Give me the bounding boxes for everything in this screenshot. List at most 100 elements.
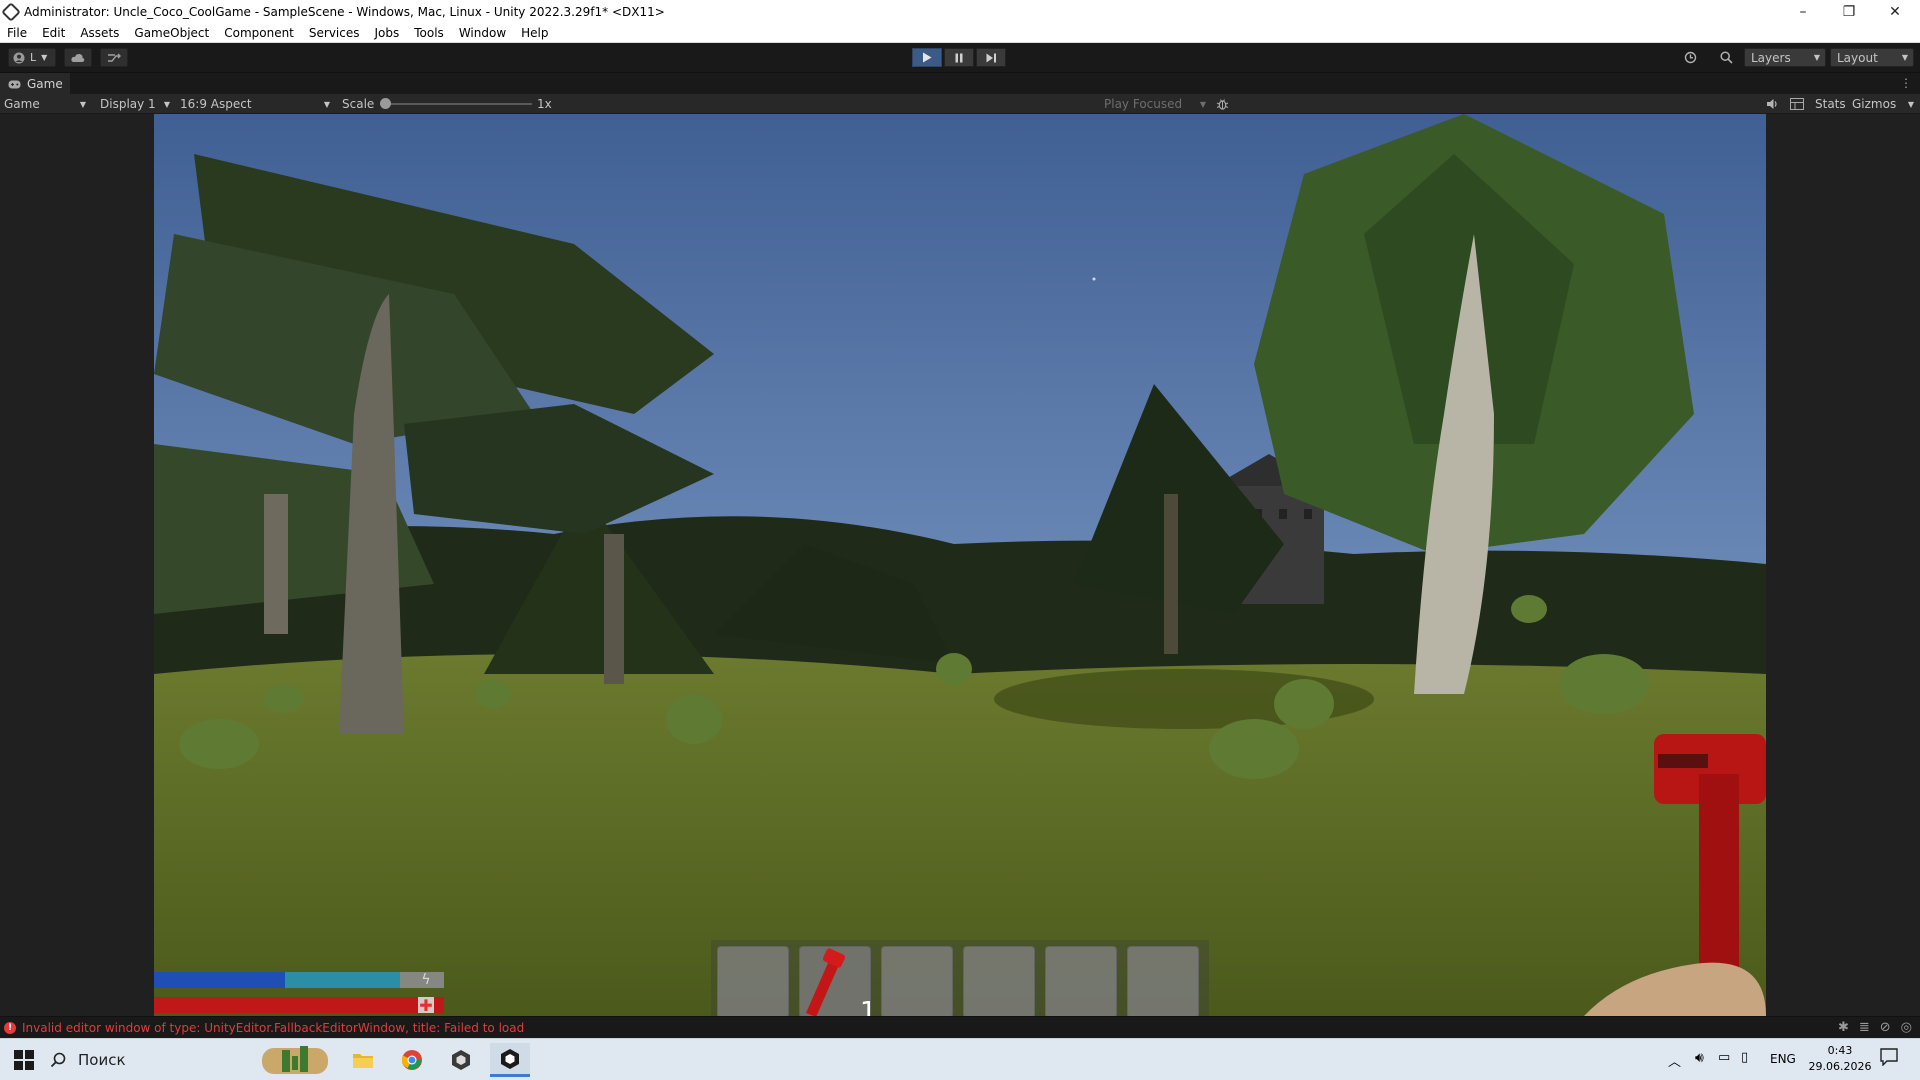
forest-scene: [154, 114, 1766, 1016]
chevron-down-icon: ▼: [79, 99, 86, 109]
language-indicator[interactable]: ENG: [1770, 1052, 1796, 1066]
search-icon: [50, 1052, 66, 1068]
battery-icon[interactable]: ▯: [1741, 1050, 1748, 1065]
status-settings-icon[interactable]: ◎: [1901, 1020, 1912, 1035]
tab-game[interactable]: Game: [0, 73, 70, 95]
windows-logo-icon: [14, 1050, 34, 1070]
view-type-dropdown[interactable]: Game ▼: [4, 94, 88, 114]
layout-dropdown[interactable]: Layout ▼: [1830, 48, 1914, 67]
volume-icon[interactable]: 🔊︎: [1695, 1050, 1704, 1066]
undo-history-button[interactable]: [1676, 48, 1704, 67]
gizmos-dropdown[interactable]: Gizmos ▼: [1852, 94, 1914, 114]
network-icon[interactable]: ▭: [1718, 1050, 1730, 1065]
grid-panel-icon: [1790, 98, 1804, 110]
cloud-button[interactable]: [64, 48, 92, 67]
play-button[interactable]: [912, 48, 942, 67]
menu-tools[interactable]: Tools: [407, 26, 452, 40]
display-dropdown[interactable]: Display 1 ▼: [100, 94, 172, 114]
game-render[interactable]: ϟ ✚ 1: [154, 114, 1766, 1016]
clock[interactable]: 0:43 29.06.2026: [1806, 1043, 1874, 1075]
unity-logo-icon: [1, 1, 21, 22]
pause-icon: [955, 53, 963, 62]
taskbar-search[interactable]: Поиск: [50, 1045, 250, 1075]
hotbar-slot[interactable]: [717, 946, 789, 1016]
hotbar-slot[interactable]: [963, 946, 1035, 1016]
game-viewport[interactable]: ϟ ✚ 1: [0, 114, 1920, 1016]
chevron-down-icon: ▼: [1199, 99, 1206, 109]
gamepad-icon: [8, 80, 21, 88]
play-focused-dropdown[interactable]: Play Focused ▼: [1104, 94, 1208, 114]
view-type-label: Game: [4, 97, 40, 111]
hotbar: 1: [711, 940, 1209, 1016]
hotbar-slot[interactable]: [1127, 946, 1199, 1016]
step-button[interactable]: [976, 48, 1006, 67]
cloud-icon: [71, 53, 85, 62]
desert-cactus-icon: [262, 1046, 328, 1074]
aspect-dropdown[interactable]: 16:9 Aspect ▼: [180, 94, 332, 114]
health-bar-fill: [154, 997, 444, 1013]
search-icon: [1719, 51, 1733, 64]
window-title: Administrator: Uncle_Coco_CoolGame - Sam…: [24, 4, 665, 19]
menu-component[interactable]: Component: [217, 26, 302, 40]
search-placeholder: Поиск: [78, 1051, 126, 1069]
hotbar-slot[interactable]: [881, 946, 953, 1016]
scale-slider-handle[interactable]: [380, 98, 391, 109]
restore-button[interactable]: ❐: [1826, 0, 1872, 23]
play-focused-label: Play Focused: [1104, 97, 1183, 111]
chevron-down-icon: ▼: [323, 99, 330, 109]
bug-toggle[interactable]: [1216, 94, 1229, 114]
minimize-button[interactable]: –: [1780, 0, 1826, 23]
unity-hub-icon: [452, 1050, 470, 1070]
account-dropdown[interactable]: L ▼: [8, 48, 56, 67]
windows-taskbar: Поиск ︿ 🔊︎ ▭ ▯ ENG 0:43 29.06.2026: [0, 1038, 1920, 1080]
menu-window[interactable]: Window: [452, 26, 514, 40]
stamina-regen-segment: [285, 972, 400, 988]
scale-slider-track[interactable]: [384, 103, 532, 105]
menu-jobs[interactable]: Jobs: [368, 26, 408, 40]
history-icon: [1684, 51, 1696, 64]
debug-icon[interactable]: ⊘: [1880, 1020, 1891, 1035]
pause-button[interactable]: [944, 48, 974, 67]
windows-start-button[interactable]: [4, 1043, 44, 1077]
error-icon: !: [4, 1021, 16, 1034]
tray-overflow-icon[interactable]: ︿: [1668, 1051, 1681, 1070]
chevron-down-icon: ▼: [1813, 53, 1820, 62]
layers-dropdown[interactable]: Layers ▼: [1744, 48, 1826, 67]
close-button[interactable]: ✕: [1872, 0, 1918, 23]
menu-services[interactable]: Services: [302, 26, 368, 40]
search-button[interactable]: [1712, 48, 1740, 67]
unity-hub-button[interactable]: [441, 1043, 481, 1077]
progress-icon[interactable]: ✱: [1838, 1020, 1849, 1035]
hotbar-slot[interactable]: [1045, 946, 1117, 1016]
menu-assets[interactable]: Assets: [73, 26, 127, 40]
menu-help[interactable]: Help: [514, 26, 556, 40]
lightning-icon: ϟ: [421, 972, 431, 988]
hotbar-slot[interactable]: 1: [799, 946, 877, 1016]
clock-date: 29.06.2026: [1808, 1060, 1872, 1073]
collab-button[interactable]: [100, 48, 128, 67]
notification-center-icon[interactable]: [1880, 1048, 1900, 1068]
kebab-menu-icon[interactable]: ⋮: [1900, 76, 1912, 90]
menu-gameobject[interactable]: GameObject: [127, 26, 217, 40]
chrome-button[interactable]: [392, 1043, 432, 1077]
health-cross-icon: ✚: [418, 995, 434, 1015]
menu-edit[interactable]: Edit: [35, 26, 73, 40]
folder-icon: [353, 1054, 373, 1068]
menu-file[interactable]: File: [0, 26, 35, 40]
mute-audio-toggle[interactable]: [1766, 94, 1779, 114]
graphics-toggle[interactable]: [1790, 94, 1804, 114]
slot-number: 1: [860, 997, 877, 1016]
console-error-message[interactable]: Invalid editor window of type: UnityEdit…: [22, 1021, 524, 1035]
bug-icon: [1216, 98, 1229, 110]
unity-editor-button[interactable]: [490, 1043, 530, 1077]
account-label: L: [30, 51, 37, 64]
widgets-button[interactable]: [260, 1043, 330, 1077]
game-view-controls: Game ▼ Display 1 ▼ 16:9 Aspect ▼ Scale 1…: [0, 94, 1920, 114]
account-icon: [13, 52, 25, 63]
scale-label: Scale: [342, 97, 375, 111]
cache-icon[interactable]: ≣: [1859, 1020, 1870, 1035]
file-explorer-button[interactable]: [343, 1043, 383, 1077]
editor-tab-row: Game ⋮: [0, 72, 1920, 95]
unity-icon: [501, 1048, 519, 1069]
stats-button[interactable]: Stats: [1815, 94, 1846, 114]
